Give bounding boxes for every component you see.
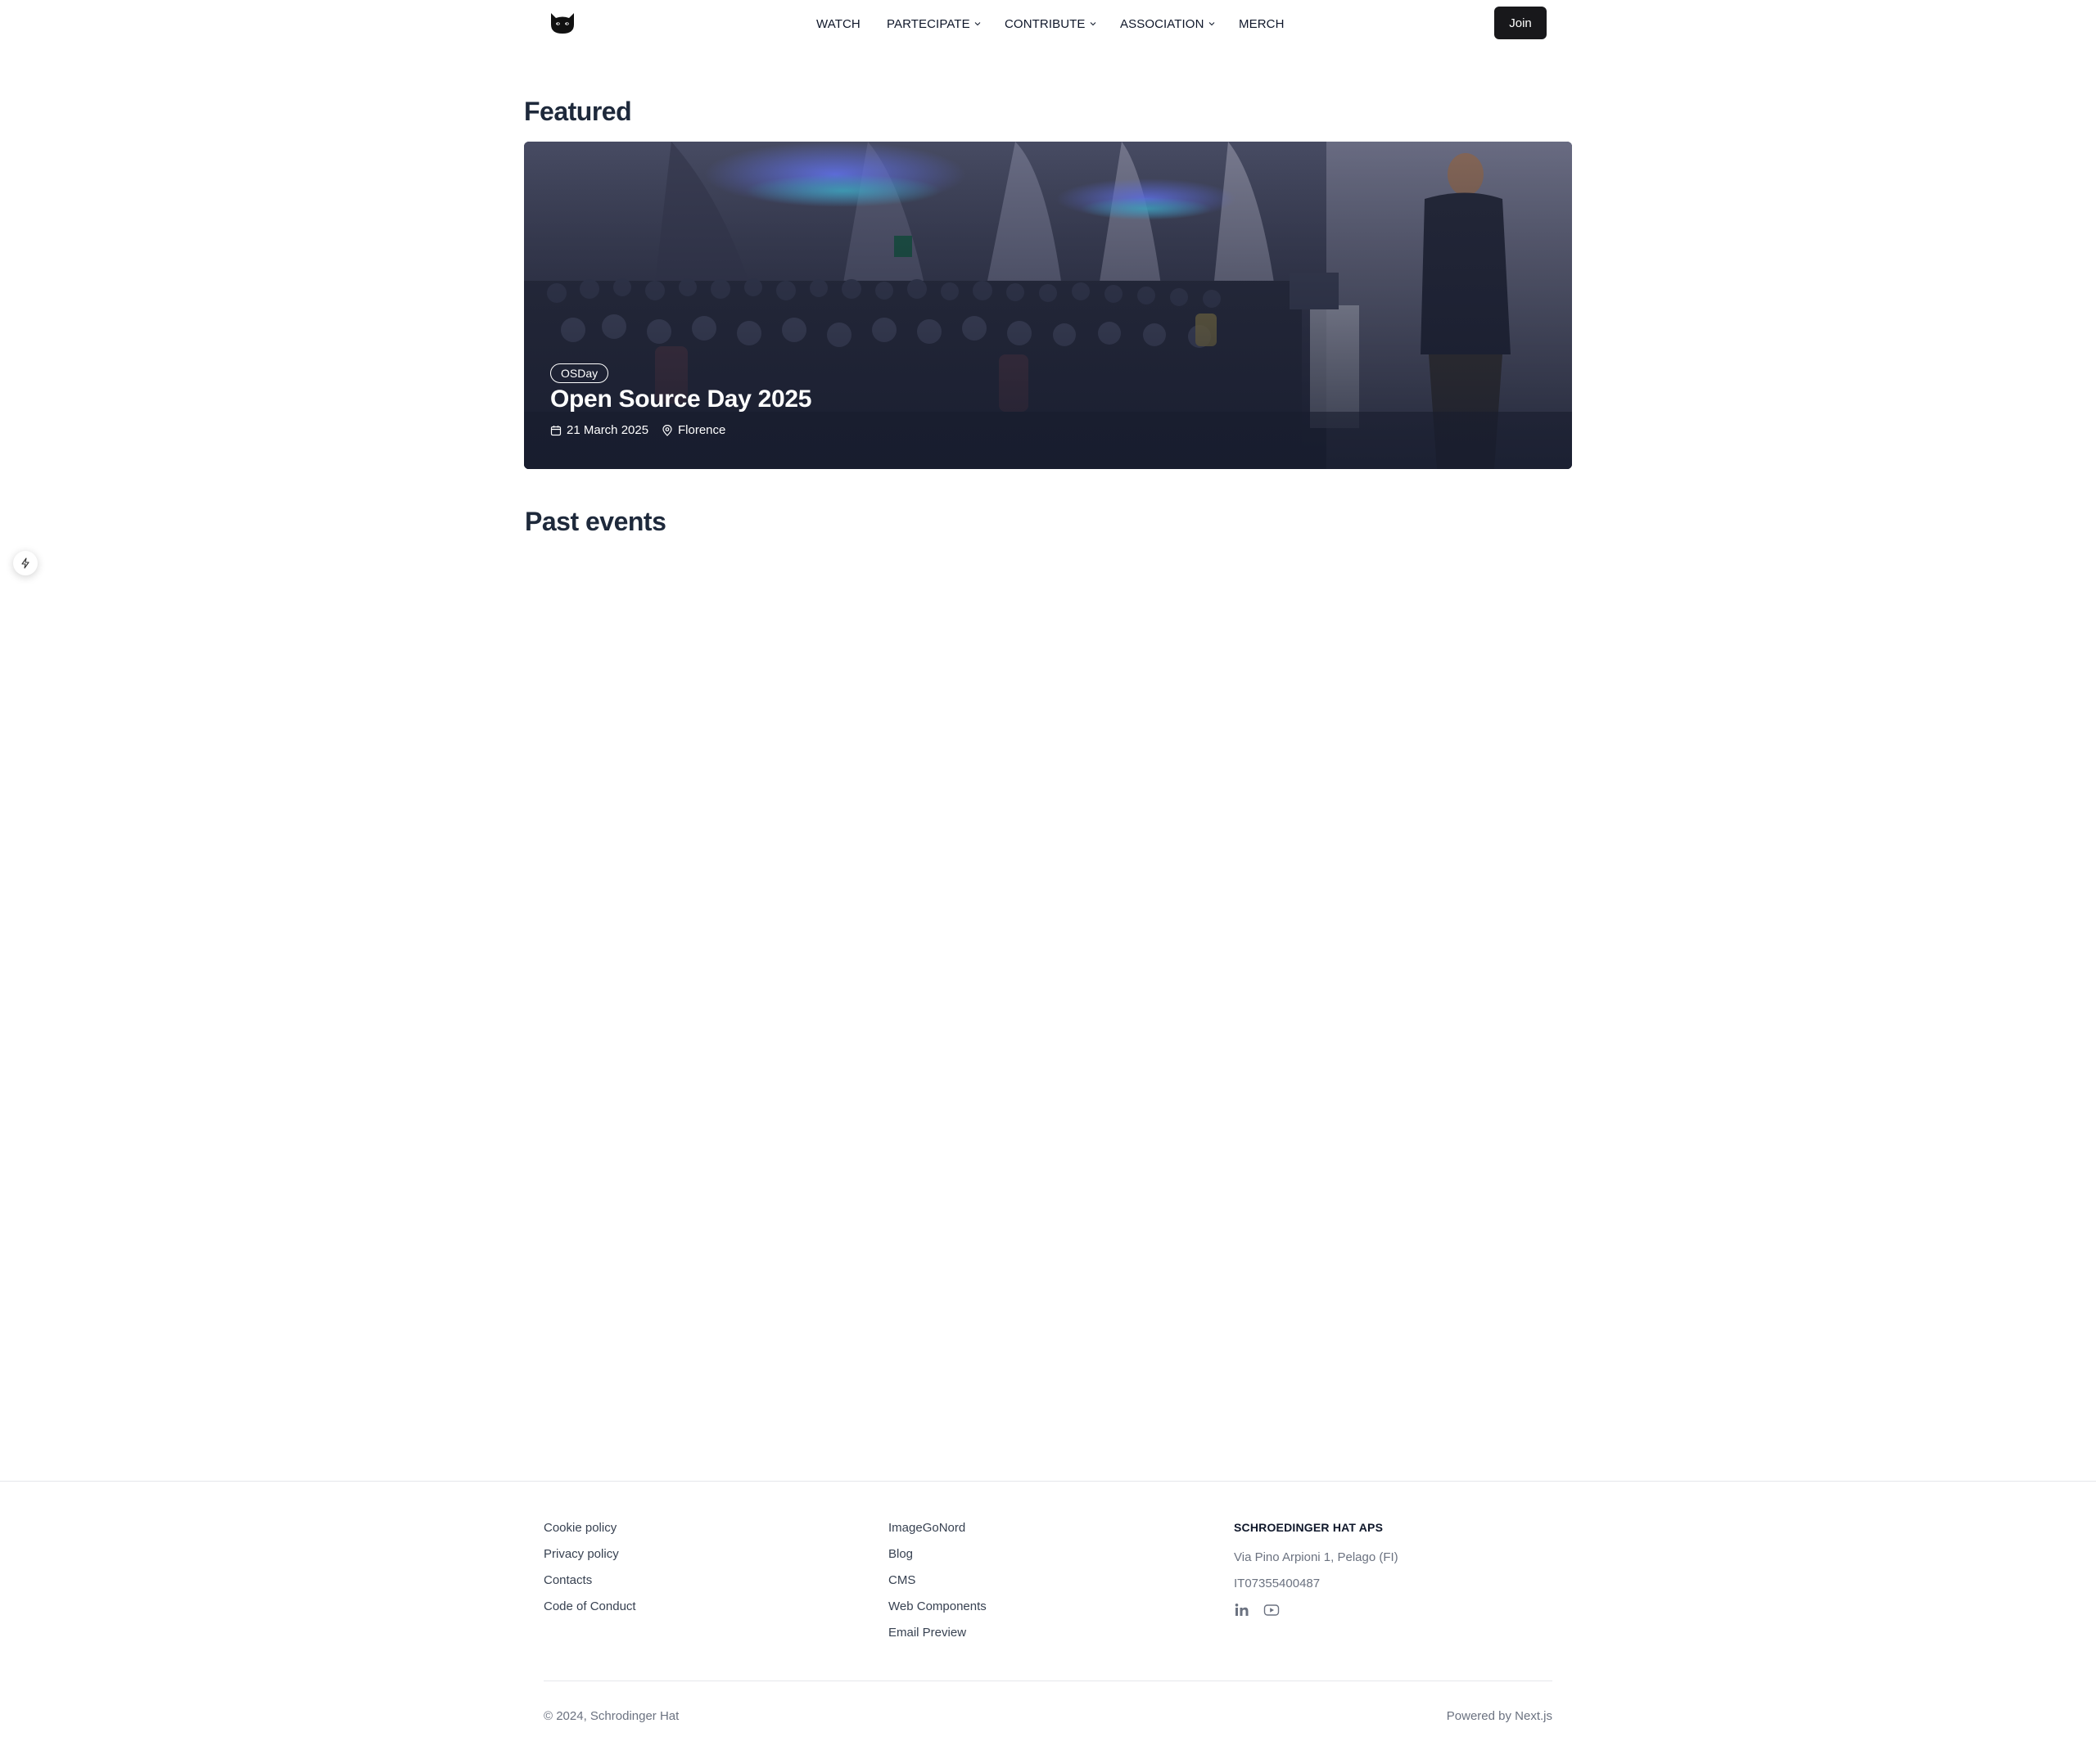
footer-link-imagegonord[interactable]: ImageGoNord <box>888 1521 965 1535</box>
cat-face-icon[interactable] <box>549 10 576 36</box>
dev-tools-button[interactable] <box>13 551 38 575</box>
company-address: Via Pino Arpioni 1, Pelago (FI) <box>1234 1550 1398 1564</box>
company-vat: IT07355400487 <box>1234 1577 1321 1590</box>
featured-event-card[interactable]: OSDay Open Source Day 2025 21 March 2025… <box>524 142 1572 469</box>
footer-link-code-of-conduct[interactable]: Code of Conduct <box>544 1599 636 1613</box>
event-location: Florence <box>662 423 725 437</box>
nav-label: PARTECIPATE <box>887 16 970 31</box>
map-pin-icon <box>662 424 672 436</box>
featured-heading: Featured <box>524 97 632 126</box>
nav-partecipate[interactable]: PARTECIPATE <box>887 16 981 32</box>
nav-label: CONTRIBUTE <box>1005 16 1086 31</box>
nav-label: WATCH <box>816 16 861 31</box>
site-header: WATCH PARTECIPATE CONTRIBUTE ASSOCIATION… <box>0 0 2096 46</box>
event-location-text: Florence <box>678 423 726 437</box>
footer-link-blog[interactable]: Blog <box>888 1547 913 1561</box>
calendar-icon <box>550 425 562 435</box>
chevron-down-icon <box>1208 22 1214 26</box>
copyright: © 2024, Schrodinger Hat <box>544 1709 680 1723</box>
youtube-icon[interactable] <box>1263 1602 1280 1618</box>
event-title[interactable]: Open Source Day 2025 <box>550 386 811 413</box>
nav-watch[interactable]: WATCH <box>816 16 861 32</box>
event-date-text: 21 March 2025 <box>567 423 649 437</box>
nav-merch[interactable]: MERCH <box>1239 16 1285 32</box>
event-date: 21 March 2025 <box>550 423 648 437</box>
nav-association[interactable]: ASSOCIATION <box>1120 16 1215 32</box>
nav-label: ASSOCIATION <box>1120 16 1204 31</box>
footer-top-border <box>0 1481 2096 1482</box>
footer-link-cms[interactable]: CMS <box>888 1573 915 1587</box>
nav-label: MERCH <box>1239 16 1285 31</box>
footer-link-cookie-policy[interactable]: Cookie policy <box>544 1521 617 1535</box>
powered-by-link[interactable]: Powered by Next.js <box>1445 1709 1552 1723</box>
join-button[interactable]: Join <box>1494 7 1547 39</box>
lightning-bolt-icon <box>21 557 29 569</box>
linkedin-icon[interactable] <box>1234 1602 1250 1618</box>
footer-link-email-preview[interactable]: Email Preview <box>888 1626 966 1640</box>
company-name: SCHROEDINGER HAT APS <box>1234 1521 1384 1534</box>
chevron-down-icon <box>974 22 981 26</box>
footer-link-contacts[interactable]: Contacts <box>544 1573 592 1587</box>
footer-link-web-components[interactable]: Web Components <box>888 1599 987 1613</box>
past-events-heading: Past events <box>525 507 666 536</box>
nav-contribute[interactable]: CONTRIBUTE <box>1005 16 1096 32</box>
chevron-down-icon <box>1090 22 1095 26</box>
event-tag-badge[interactable]: OSDay <box>550 363 609 383</box>
footer-link-privacy-policy[interactable]: Privacy policy <box>544 1547 619 1561</box>
card-gradient-overlay <box>524 142 1572 469</box>
